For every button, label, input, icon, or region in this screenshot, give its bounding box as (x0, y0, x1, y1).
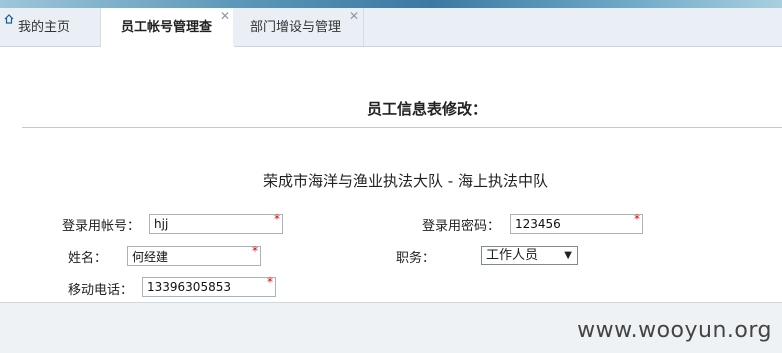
footer-bar: www.wooyun.org (0, 302, 782, 353)
watermark: www.wooyun.org (577, 318, 772, 343)
organization-name: 荣成市海洋与渔业执法大队 - 海上执法中队 (263, 172, 548, 190)
home-icon (4, 14, 14, 24)
name-input[interactable] (127, 246, 261, 266)
login-account-input[interactable] (149, 214, 283, 234)
tab-employee-account[interactable]: 员工帐号管理查 ✕ (100, 8, 235, 47)
phone-input[interactable] (142, 277, 276, 297)
login-account-label: 登录用帐号： (62, 219, 141, 234)
tab-home[interactable]: 我的主页 (0, 8, 100, 46)
required-mark: * (252, 244, 258, 258)
position-label: 职务： (396, 251, 436, 266)
position-select-value: 工作人员 (486, 248, 539, 263)
tab-department[interactable]: 部门增设与管理 ✕ (233, 8, 364, 46)
name-label: 姓名： (68, 251, 108, 266)
required-mark: * (274, 212, 280, 226)
tab-department-label: 部门增设与管理 (250, 20, 342, 35)
required-mark: * (634, 212, 640, 226)
divider (22, 127, 782, 128)
tab-bar: 我的主页 员工帐号管理查 ✕ 部门增设与管理 ✕ (0, 8, 782, 47)
top-banner-strip (0, 0, 782, 8)
required-mark: * (267, 275, 273, 289)
close-icon[interactable]: ✕ (349, 0, 359, 36)
page-title: 员工信息表修改： (367, 100, 488, 118)
login-password-label: 登录用密码： (422, 219, 501, 234)
tab-home-label: 我的主页 (18, 20, 71, 35)
dropdown-arrow-icon: ▼ (564, 250, 572, 261)
position-select[interactable]: 工作人员 ▼ (481, 246, 578, 265)
close-icon[interactable]: ✕ (220, 0, 230, 36)
tab-employee-account-label: 员工帐号管理查 (121, 20, 213, 35)
login-password-input[interactable] (510, 214, 643, 234)
phone-label: 移动电话： (68, 283, 134, 298)
